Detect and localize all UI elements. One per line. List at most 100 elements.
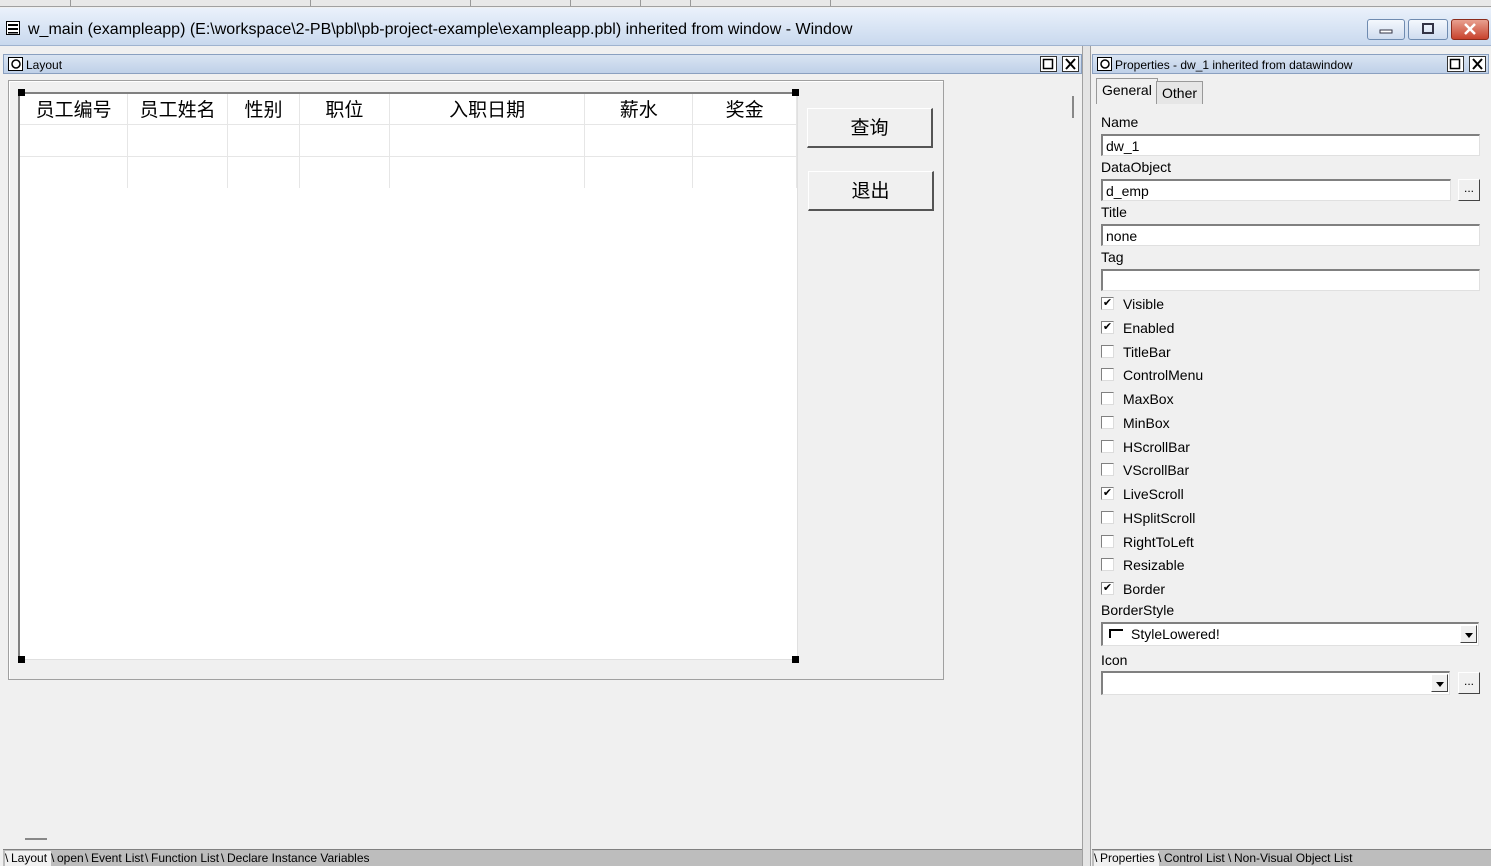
- checkbox-box[interactable]: [1101, 463, 1114, 477]
- checkbox-label: HSplitScroll: [1123, 509, 1196, 526]
- selection-handle[interactable]: [18, 89, 25, 96]
- border-style-icon: [1109, 629, 1123, 638]
- checkbox-label: Border: [1123, 581, 1166, 597]
- layout-bottom-tabs: Layout open Event List Function List Dec…: [3, 849, 1082, 866]
- tab-layout[interactable]: Layout: [5, 851, 52, 866]
- maximize-icon: [1422, 23, 1434, 34]
- tab-declare-instance-variables[interactable]: Declare Instance Variables: [221, 851, 374, 866]
- table-row: [20, 155, 797, 188]
- checkbox-box[interactable]: [1101, 439, 1114, 453]
- tab-other[interactable]: Other: [1156, 81, 1204, 104]
- checkbox-box[interactable]: [1101, 392, 1114, 405]
- layout-pane-icon: [8, 57, 23, 71]
- checkbox-box[interactable]: [1101, 344, 1114, 358]
- name-field[interactable]: dw_1: [1101, 134, 1480, 156]
- column-header: 性别: [227, 94, 300, 124]
- checkbox-box[interactable]: ✔: [1101, 297, 1114, 310]
- checkbox-label: VScrollBar: [1123, 462, 1190, 479]
- chevron-down-icon[interactable]: [1431, 674, 1448, 692]
- tab-properties[interactable]: Properties: [1094, 851, 1159, 866]
- checkbox-label: LiveScroll: [1123, 486, 1184, 502]
- window-icon: [6, 21, 20, 35]
- selection-handle[interactable]: [792, 656, 799, 663]
- window-title-bar: w_main (exampleapp) (E:\workspace\2-PB\p…: [0, 8, 1491, 46]
- checkbox-label: TitleBar: [1123, 343, 1171, 360]
- checkbox-box[interactable]: ✔: [1101, 320, 1114, 334]
- layout-pane-title-bar: Layout: [3, 54, 1082, 74]
- column-header: 薪水: [584, 94, 694, 124]
- checkbox-label: RightToLeft: [1123, 533, 1194, 550]
- borderstyle-select[interactable]: StyleLowered!: [1101, 622, 1479, 646]
- borderstyle-label: BorderStyle: [1101, 602, 1175, 618]
- column-header: 员工姓名: [127, 94, 229, 124]
- checkbox-box[interactable]: [1101, 558, 1114, 572]
- checkbox-box[interactable]: [1101, 534, 1114, 548]
- checkbox-box[interactable]: ✔: [1101, 487, 1114, 500]
- title-field[interactable]: none: [1101, 224, 1480, 246]
- properties-pane-maximize-button[interactable]: [1447, 56, 1464, 72]
- checkbox-label: ControlMenu: [1123, 367, 1204, 384]
- table-row: [20, 123, 797, 156]
- column-header: 员工编号: [20, 94, 129, 124]
- column-header: 奖金: [692, 94, 797, 124]
- layout-scroll-marker: [25, 838, 47, 840]
- dataobject-field[interactable]: d_emp: [1101, 179, 1451, 201]
- checkbox-label: Visible: [1123, 296, 1164, 312]
- close-icon: [1464, 23, 1476, 35]
- tab-general[interactable]: General: [1096, 78, 1158, 104]
- tab-event-list[interactable]: Event List: [85, 851, 148, 866]
- query-button[interactable]: 查询: [807, 108, 933, 148]
- title-label: Title: [1101, 204, 1127, 220]
- datawindow-dw-1[interactable]: 员工编号 员工姓名 性别 职位 入职日期 薪水 奖金: [18, 92, 798, 660]
- properties-pane-title: Properties - dw_1 inherited from datawin…: [1115, 58, 1353, 72]
- minimize-button[interactable]: [1367, 19, 1405, 40]
- dataobject-label: DataObject: [1101, 159, 1172, 175]
- icon-browse-button[interactable]: ...: [1458, 672, 1480, 694]
- properties-pane-icon: [1097, 57, 1112, 71]
- maximize-icon: [1449, 58, 1461, 70]
- checkbox-label: Enabled: [1123, 319, 1175, 336]
- tab-function-list[interactable]: Function List: [145, 851, 223, 866]
- dataobject-browse-button[interactable]: ...: [1458, 179, 1480, 201]
- layout-pane-close-button[interactable]: [1062, 56, 1079, 72]
- borderstyle-value: StyleLowered!: [1131, 626, 1220, 642]
- layout-pane-maximize-button[interactable]: [1040, 56, 1057, 72]
- tab-control-list[interactable]: Control List: [1158, 851, 1229, 866]
- properties-pane-title-bar: Properties - dw_1 inherited from datawin…: [1092, 54, 1489, 74]
- column-header: 职位: [299, 94, 390, 124]
- checkbox-label: HScrollBar: [1123, 438, 1190, 455]
- layout-pane-title: Layout: [26, 58, 63, 72]
- chevron-down-icon[interactable]: [1460, 625, 1477, 643]
- icon-select[interactable]: [1101, 671, 1450, 695]
- window-title: w_main (exampleapp) (E:\workspace\2-PB\p…: [28, 21, 853, 38]
- name-label: Name: [1101, 114, 1139, 130]
- close-icon: [1472, 58, 1483, 70]
- maximize-button[interactable]: [1408, 19, 1448, 40]
- icon-label: Icon: [1101, 652, 1128, 668]
- properties-pane-close-button[interactable]: [1469, 56, 1486, 72]
- selection-handle[interactable]: [792, 89, 799, 96]
- minimize-icon: [1379, 29, 1393, 34]
- checkbox-box[interactable]: [1101, 510, 1114, 524]
- checkbox-label: Resizable: [1123, 557, 1185, 574]
- top-toolbar-strip: [0, 0, 1491, 7]
- close-button[interactable]: [1451, 19, 1489, 40]
- checkbox-label: MaxBox: [1123, 391, 1174, 407]
- properties-bottom-tabs: Properties Control List Non-Visual Objec…: [1092, 849, 1491, 866]
- checkbox-box[interactable]: [1101, 415, 1114, 429]
- layout-scrollbar-indicator: [1072, 96, 1074, 118]
- tab-open[interactable]: open: [51, 851, 88, 866]
- checkbox-box[interactable]: ✔: [1101, 582, 1114, 595]
- exit-button[interactable]: 退出: [808, 171, 934, 211]
- selection-handle[interactable]: [18, 656, 25, 663]
- checkbox-label: MinBox: [1123, 414, 1170, 431]
- column-header: 入职日期: [389, 94, 586, 124]
- checkbox-box[interactable]: [1101, 368, 1114, 382]
- maximize-icon: [1042, 58, 1054, 70]
- tag-label: Tag: [1101, 249, 1124, 265]
- close-icon: [1065, 58, 1076, 70]
- datawindow-grid: 员工编号 员工姓名 性别 职位 入职日期 薪水 奖金: [20, 94, 797, 188]
- tab-non-visual-object-list[interactable]: Non-Visual Object List: [1228, 851, 1357, 866]
- tag-field[interactable]: [1101, 269, 1480, 291]
- pane-splitter[interactable]: [1082, 46, 1091, 866]
